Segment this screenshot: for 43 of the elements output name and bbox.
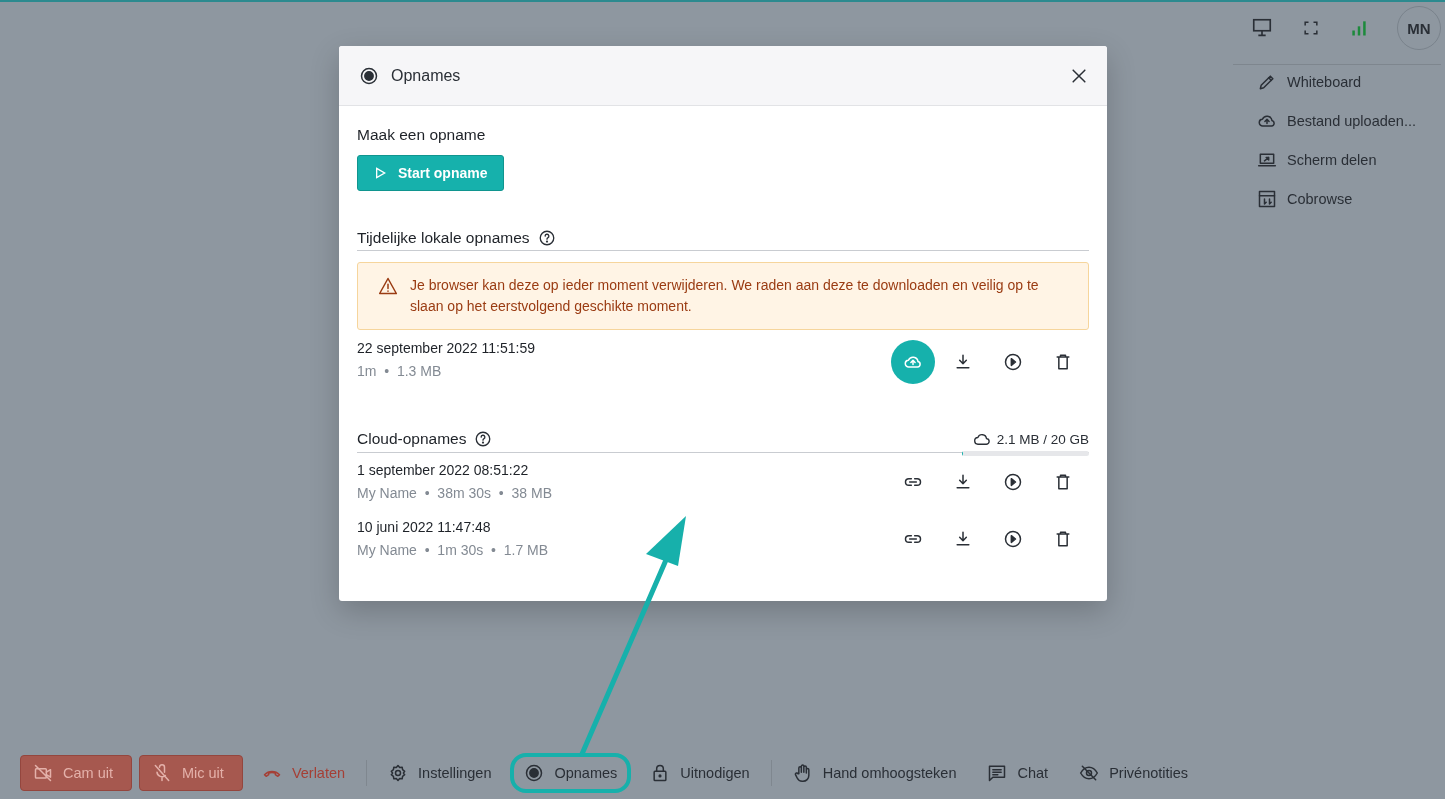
recording-details: 1m • 1.3 MB: [357, 363, 443, 379]
side-menu-item[interactable]: Whiteboard: [1257, 70, 1416, 94]
eye-off-icon: [1079, 763, 1100, 783]
side-menu-item[interactable]: Cobrowse: [1257, 187, 1416, 211]
toolbar-button[interactable]: Uitnodigen: [638, 755, 762, 791]
recording-date: 1 september 2022 08:51:22: [357, 462, 530, 478]
toolbar-button[interactable]: Mic uit: [138, 755, 243, 791]
warning-text: Je browser kan deze op ieder moment verwijderen. We raden aan deze te downloaden en veilig op te slaan op het eerstvolgend geschikte moment.: [410, 276, 1040, 316]
hand-icon: [792, 763, 813, 783]
pencil-icon: [1257, 72, 1277, 92]
upload-button[interactable]: [891, 340, 935, 384]
section-heading: Tijdelijke lokale opnames: [357, 229, 530, 247]
storage-usage: 2.1 MB / 20 GB: [996, 431, 1089, 447]
record-icon: [524, 763, 545, 783]
dialog-title: Opnames: [391, 66, 462, 85]
cam-off-icon: [33, 763, 53, 783]
toolbar-button[interactable]: Cam uit: [20, 755, 132, 791]
recording-details: My Name • 1m 30s • 1.7 MB: [357, 542, 549, 558]
section-heading: Cloud-opnames: [357, 430, 467, 448]
toolbar-button[interactable]: Privénotities: [1067, 755, 1201, 791]
toolbar-button[interactable]: Instellingen: [376, 755, 504, 791]
warning-icon: [378, 276, 398, 296]
browser-icon: [1257, 189, 1277, 209]
help-icon: [474, 430, 493, 448]
recording-details: My Name • 38m 30s • 38 MB: [357, 485, 552, 501]
side-menu-item[interactable]: Scherm delen: [1257, 148, 1416, 172]
side-menu-item[interactable]: Bestand uploaden...: [1257, 109, 1416, 133]
play-icon: [1003, 471, 1023, 492]
recording-date: 22 september 2022 11:51:59: [357, 340, 535, 356]
play-icon: [1003, 528, 1023, 549]
presentation-icon[interactable]: [1251, 17, 1273, 39]
start-recording-button[interactable]: Start opname: [357, 155, 505, 191]
recording-date: 10 juni 2022 11:47:48: [357, 519, 492, 535]
toolbar-button[interactable]: Chat: [975, 755, 1061, 791]
toolbar-button[interactable]: Opnames: [510, 753, 632, 793]
play-icon: [1003, 352, 1023, 372]
section-heading: Maak een opname: [357, 126, 487, 144]
record-icon: [359, 65, 379, 86]
screen-icon: [1257, 150, 1277, 170]
toolbar-button[interactable]: Hand omhoogsteken: [780, 755, 969, 791]
help-icon: [537, 229, 556, 247]
fullscreen-icon[interactable]: [1301, 18, 1321, 38]
chat-icon: [987, 763, 1008, 783]
